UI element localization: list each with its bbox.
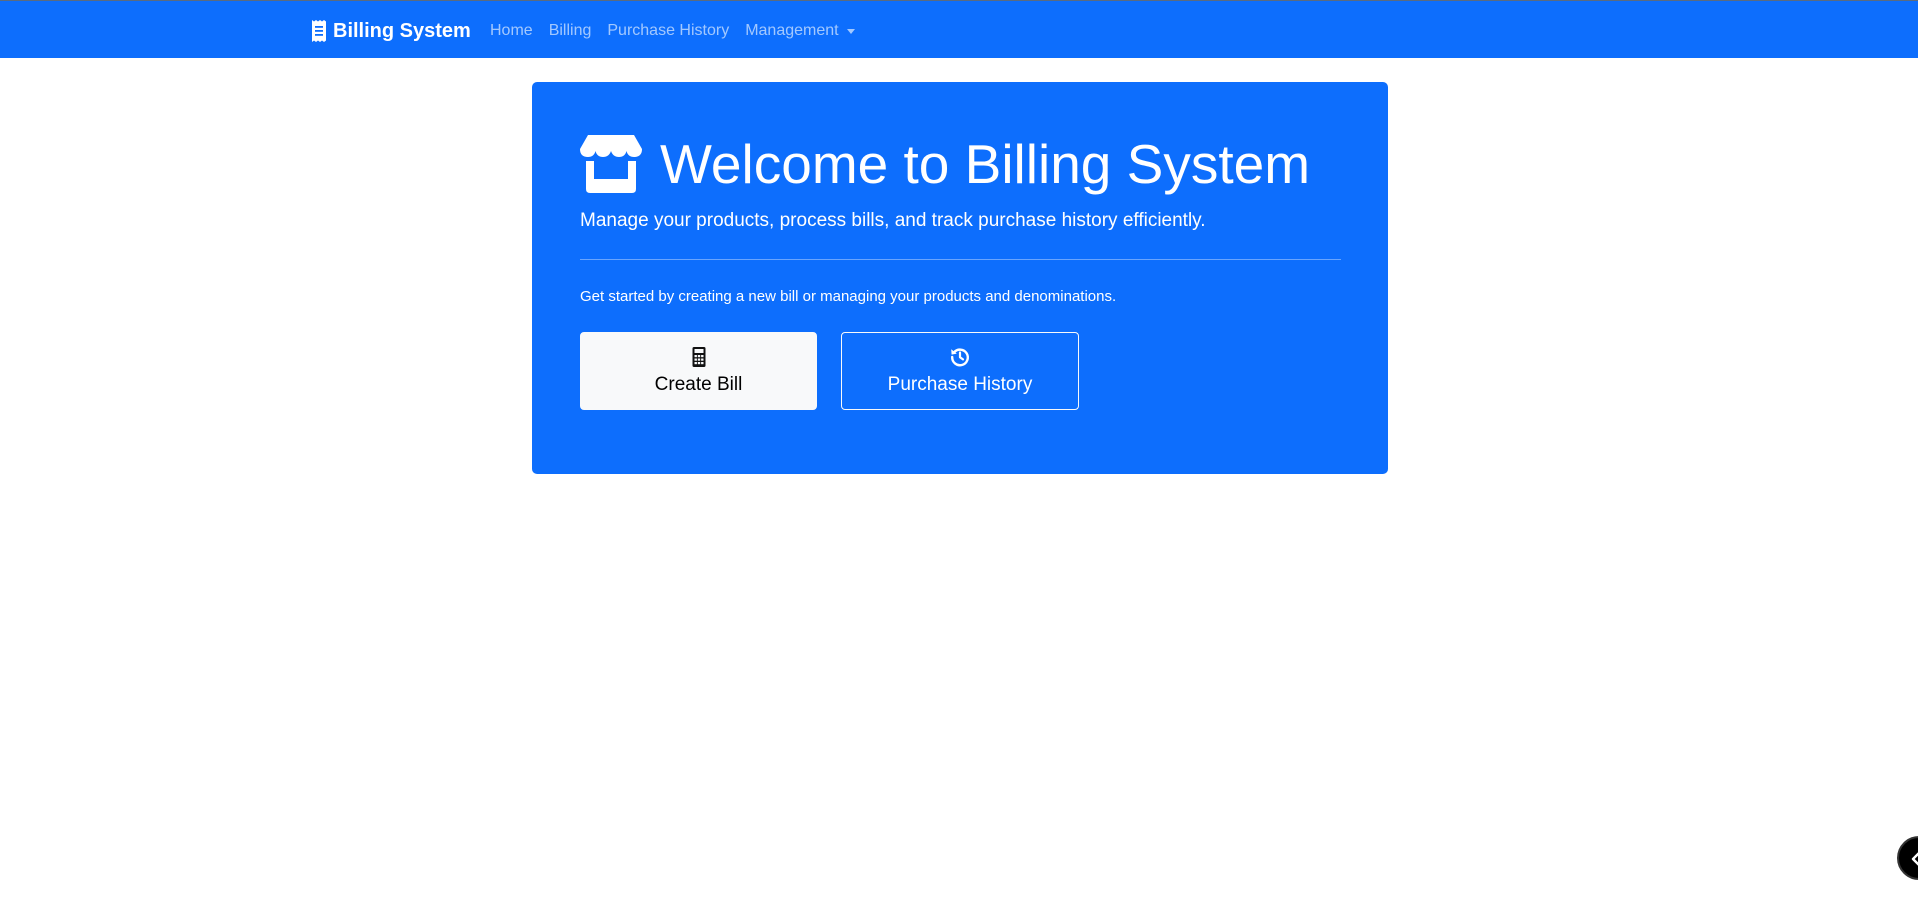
nav-link-purchase-history[interactable]: Purchase History [599,22,737,40]
create-bill-button[interactable]: Create Bill [580,332,817,410]
page-title: Welcome to Billing System [580,132,1310,196]
navbar-brand[interactable]: Billing System [311,18,471,44]
nav-dropdown-management[interactable]: Management [737,22,862,40]
hero-description: Get started by creating a new bill or ma… [580,288,1117,305]
purchase-history-button[interactable]: Purchase History [841,332,1079,410]
nav-links: Home Billing Purchase History Management [482,19,863,43]
welcome-jumbotron: Welcome to Billing System Manage your pr… [532,82,1388,474]
nav-dropdown-label: Management [745,22,839,39]
create-bill-label: Create Bill [654,374,743,395]
nav-link-home[interactable]: Home [482,22,541,40]
floating-toggle-button[interactable] [1897,836,1918,880]
caret-down-icon [846,28,855,34]
nav-link-billing[interactable]: Billing [541,22,600,40]
receipt-icon [311,20,327,42]
purchase-history-label: Purchase History [887,374,1033,395]
brand-label: Billing System [333,19,471,42]
page-title-text: Welcome to Billing System [660,133,1311,195]
calculator-icon [688,346,710,374]
navbar: Billing System Home Billing Purchase His… [0,1,1918,58]
divider [580,259,1341,260]
hero-lead: Manage your products, process bills, and… [580,210,1206,231]
history-icon [949,346,971,374]
store-icon [580,135,642,193]
